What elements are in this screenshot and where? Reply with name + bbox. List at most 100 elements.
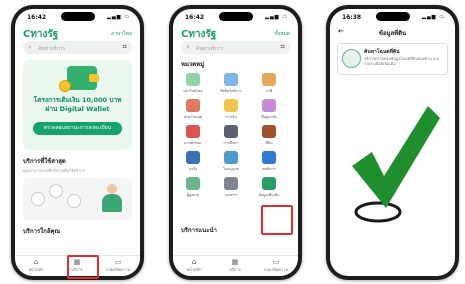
screen-land-info: 16:38 ▂▄▆ ▭ ← ข้อมูลที่ดิน ค้นหาโฉนดที่ด… xyxy=(330,9,455,276)
section-recent: บริการที่ใช้ล่าสุด xyxy=(23,158,66,165)
category-icon xyxy=(224,125,238,138)
inbox-icon: ▭ xyxy=(114,258,122,266)
category-item[interactable]: เอกสาร xyxy=(217,177,245,198)
check-shadow-ring xyxy=(354,201,402,223)
check-mark-shape xyxy=(352,106,440,208)
search-input[interactable]: ⌕ ค้นหาบริการ ⌗ xyxy=(181,41,290,54)
nav-services[interactable]: ▦ บริการ xyxy=(220,258,250,273)
signal-icon: ▂▄▆ ▭ xyxy=(106,14,130,20)
recent-services-card[interactable] xyxy=(23,178,132,220)
phone-2: 16:42 ▂▄▆ ▭ Cทางรัฐ ทั้งหมด ⌕ ค้นหาบริกา… xyxy=(169,5,302,280)
category-label: สิทธิสวัสดิการ xyxy=(220,89,242,93)
category-item[interactable]: การเงิน xyxy=(217,99,245,120)
nav-home[interactable]: ⌂ หน้าหลัก xyxy=(21,258,51,273)
service-title: ค้นหาโฉนดที่ดิน xyxy=(364,49,400,55)
category-item[interactable]: ผู้สูงอายุ xyxy=(179,177,207,198)
app-logo: Cทางรัฐ xyxy=(23,29,59,40)
category-item[interactable]: ยานพาหนะ xyxy=(179,125,207,146)
person-head xyxy=(107,184,117,194)
filter-toggle[interactable]: ทั้งหมด xyxy=(274,30,290,38)
page-header: ← ข้อมูลที่ดิน xyxy=(330,25,455,39)
category-icon xyxy=(224,99,238,112)
category-label: การศึกษา xyxy=(223,141,239,145)
category-label: ผู้สูงอายุ xyxy=(186,193,200,197)
status-bar: 16:42 ▂▄▆ ▭ xyxy=(15,9,140,25)
home-icon: ⌂ xyxy=(191,258,197,266)
service-icon[interactable] xyxy=(67,194,81,208)
category-item[interactable]: ประกันสังคม xyxy=(179,73,207,94)
category-icon xyxy=(186,125,200,138)
category-label: ธุรกิจ xyxy=(188,167,198,171)
category-item[interactable]: ที่ดิน xyxy=(255,125,283,146)
search-icon: ⌕ xyxy=(186,43,190,51)
category-item[interactable]: ธุรกิจ xyxy=(179,151,207,172)
nav-home-label: หน้าหลัก xyxy=(28,267,44,272)
category-label: ที่ดิน xyxy=(265,141,273,145)
category-item[interactable]: คนพิการ xyxy=(255,151,283,172)
category-item[interactable]: ใบอนุญาต xyxy=(217,151,245,172)
wallet-banner[interactable]: โครงการเติมเงิน 10,000 บาท ผ่าน Digital … xyxy=(23,60,132,150)
dynamic-island xyxy=(375,12,410,21)
signal-icon: ▂▄▆ ▭ xyxy=(421,14,445,20)
category-item[interactable]: ภาษี xyxy=(255,73,283,94)
banner-title-line2: ผ่าน Digital Wallet xyxy=(45,105,110,113)
category-icon xyxy=(262,125,276,138)
service-icon[interactable] xyxy=(49,184,63,198)
nav-home[interactable]: ⌂ หน้าหลัก xyxy=(179,258,209,273)
search-input[interactable]: ⌕ ค้นหาบริการ ⌗ xyxy=(23,41,132,54)
search-placeholder: ค้นหาบริการ xyxy=(38,46,66,52)
status-time: 16:42 xyxy=(27,14,47,21)
status-bar: 16:38 ▂▄▆ ▭ xyxy=(330,9,455,25)
nav-services-label: บริการ xyxy=(229,267,241,272)
app-logo: Cทางรัฐ xyxy=(181,29,217,40)
home-icon: ⌂ xyxy=(33,258,39,266)
category-label: การเงิน xyxy=(225,115,237,119)
coin-icon xyxy=(59,80,71,92)
category-item[interactable]: การศึกษา xyxy=(217,125,245,146)
phone-1: 16:42 ▂▄▆ ▭ Cทางรัฐ ภาษาไทย ⌕ ค้นหาบริกา… xyxy=(11,5,144,280)
page-title: ข้อมูลที่ดิน xyxy=(378,30,407,37)
qr-scan-icon[interactable]: ⌗ xyxy=(122,42,127,52)
banner-title: โครงการเติมเงิน 10,000 บาท ผ่าน Digital … xyxy=(23,96,132,114)
nav-inbox[interactable]: ▭ กล่องข้อความ xyxy=(261,258,291,273)
category-label: คนพิการ xyxy=(262,167,276,171)
section-nearby: บริการใกล้คุณ xyxy=(23,228,61,235)
category-label: ใบอนุญาต xyxy=(222,167,240,171)
category-label: ข้อมูลเพิ่มเติม xyxy=(258,193,280,197)
language-toggle[interactable]: ภาษาไทย xyxy=(111,30,132,38)
category-item-land[interactable]: ข้อมูลเพิ่มเติม xyxy=(255,177,283,198)
phone-3: 16:38 ▂▄▆ ▭ ← ข้อมูลที่ดิน ค้นหาโฉนดที่ด… xyxy=(326,5,459,280)
check-status-button[interactable]: ตรวจสอบสถานะการลงทะเบียน xyxy=(33,122,122,135)
service-icon[interactable] xyxy=(31,192,45,206)
bottom-nav: ⌂ หน้าหลัก ▦ บริการ ▭ กล่องข้อความ xyxy=(173,255,298,276)
nav-inbox[interactable]: ▭ กล่องข้อความ xyxy=(103,258,133,273)
nav-inbox-label: กล่องข้อความ xyxy=(263,267,289,272)
screen-home: 16:42 ▂▄▆ ▭ Cทางรัฐ ภาษาไทย ⌕ ค้นหาบริกา… xyxy=(15,9,140,276)
category-icon xyxy=(262,151,276,164)
signal-icon: ▂▄▆ ▭ xyxy=(264,14,288,20)
nav-inbox-label: กล่องข้อความ xyxy=(105,267,131,272)
person-body xyxy=(102,194,122,212)
category-item[interactable]: ที่อยู่อาศัย xyxy=(255,99,283,120)
check-mark-icon xyxy=(352,106,440,223)
category-icon xyxy=(186,73,200,86)
category-icon xyxy=(224,151,238,164)
section-categories: หมวดหมู่ xyxy=(181,61,205,68)
dynamic-island xyxy=(218,12,253,21)
app-header: Cทางรัฐ ทั้งหมด xyxy=(173,25,298,41)
category-item[interactable]: สิทธิสวัสดิการ xyxy=(217,73,245,94)
service-description: บริการตรวจสอบข้อมูลโฉนดที่ดินของท่าน และ… xyxy=(364,56,440,66)
nav-home-label: หน้าหลัก xyxy=(186,267,202,272)
category-icon xyxy=(186,151,200,164)
land-deed-service-card[interactable]: ค้นหาโฉนดที่ดิน บริการตรวจสอบข้อมูลโฉนดท… xyxy=(337,43,448,75)
category-icon xyxy=(186,99,200,112)
app-header: Cทางรัฐ ภาษาไทย xyxy=(15,25,140,41)
qr-scan-icon[interactable]: ⌗ xyxy=(280,42,285,52)
person-illustration xyxy=(100,184,124,214)
category-label: เอกสาร xyxy=(225,193,237,197)
category-label: ภาษี xyxy=(265,89,273,93)
search-placeholder: ค้นหาบริการ xyxy=(196,46,224,52)
status-time: 16:38 xyxy=(342,14,362,21)
category-item[interactable]: สาธารณสุข xyxy=(179,99,207,120)
category-grid: ประกันสังคม สิทธิสวัสดิการ ภาษี สาธารณสุ… xyxy=(179,73,292,223)
